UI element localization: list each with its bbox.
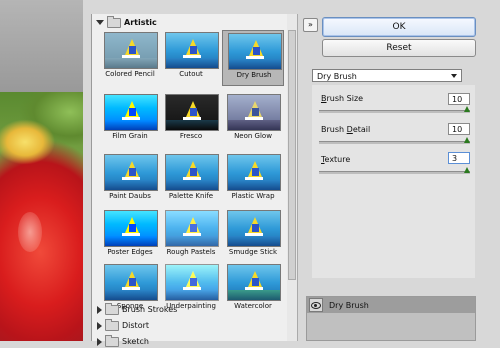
- reset-button[interactable]: Reset: [322, 39, 476, 57]
- category-label: Brush Strokes: [122, 305, 178, 314]
- filter-thumb[interactable]: Plastic Wrap: [222, 152, 284, 208]
- filter-thumb[interactable]: Poster Edges: [99, 208, 161, 264]
- thumb-label: Film Grain: [112, 132, 148, 140]
- scrollbar-thumb[interactable]: [288, 30, 296, 280]
- texture-slider[interactable]: [319, 167, 470, 174]
- preview-canvas[interactable]: [0, 0, 83, 341]
- texture-input[interactable]: 3: [448, 152, 470, 164]
- brush-size-slider[interactable]: [319, 106, 470, 113]
- thumb-image: [165, 94, 219, 131]
- slider-knob[interactable]: [464, 137, 470, 143]
- visibility-toggle[interactable]: [309, 298, 323, 312]
- expand-arrow-icon[interactable]: [97, 305, 102, 314]
- brush-detail-slider[interactable]: [319, 137, 470, 144]
- thumb-label: Rough Pastels: [166, 248, 216, 256]
- thumb-image: [165, 154, 219, 191]
- thumb-label: Dry Brush: [236, 71, 272, 79]
- eye-icon: [311, 301, 321, 309]
- texture-label: Texture: [321, 155, 351, 164]
- category-row[interactable]: Sketch: [92, 334, 288, 348]
- thumb-image: [104, 154, 158, 191]
- thumb-image: [104, 210, 158, 247]
- filter-thumb[interactable]: Dry Brush: [222, 30, 284, 86]
- brush-detail-label: Brush Detail: [321, 125, 371, 134]
- filter-thumb[interactable]: Palette Knife: [160, 152, 222, 208]
- thumb-image: [165, 264, 219, 301]
- filter-thumb[interactable]: Film Grain: [99, 92, 161, 148]
- filter-thumb[interactable]: Rough Pastels: [160, 208, 222, 264]
- expand-arrow-icon[interactable]: [97, 321, 102, 330]
- thumb-image: [165, 32, 219, 69]
- thumb-image: [227, 154, 281, 191]
- collapse-gallery-button[interactable]: »: [303, 18, 318, 32]
- thumb-image: [227, 210, 281, 247]
- filter-thumb[interactable]: Fresco: [160, 92, 222, 148]
- thumb-image: [227, 264, 281, 301]
- slider-knob[interactable]: [464, 167, 470, 173]
- thumb-image: [104, 32, 158, 69]
- thumb-image: [228, 33, 282, 70]
- thumb-image: [227, 94, 281, 131]
- effect-layers-panel: Dry Brush: [306, 296, 476, 341]
- effect-layer-row[interactable]: Dry Brush: [307, 297, 475, 313]
- thumb-label: Paint Daubs: [109, 192, 151, 200]
- filter-settings: Brush Size 10 Brush Detail 10 Texture 3: [312, 85, 475, 278]
- brush-detail-input[interactable]: 10: [448, 123, 470, 135]
- thumb-label: Smudge Stick: [228, 248, 278, 256]
- filter-thumb[interactable]: Smudge Stick: [222, 208, 284, 264]
- expand-arrow-icon[interactable]: [96, 20, 104, 25]
- folder-icon: [105, 334, 119, 347]
- filter-thumb[interactable]: Paint Daubs: [99, 152, 161, 208]
- gallery-scrollbar[interactable]: [287, 14, 298, 341]
- filter-thumb[interactable]: Cutout: [160, 30, 222, 86]
- thumb-label: Fresco: [179, 132, 203, 140]
- slider-knob[interactable]: [464, 106, 470, 112]
- thumb-label: Neon Glow: [234, 132, 272, 140]
- filter-thumb[interactable]: Colored Pencil: [99, 30, 161, 86]
- brush-size-input[interactable]: 10: [448, 93, 470, 105]
- ok-button[interactable]: OK: [322, 17, 476, 37]
- thumb-image: [104, 264, 158, 301]
- category-label: Sketch: [122, 337, 149, 346]
- thumb-image: [104, 94, 158, 131]
- effect-layer-name: Dry Brush: [329, 300, 369, 310]
- folder-icon: [105, 302, 119, 315]
- filter-select-value: Dry Brush: [317, 72, 357, 81]
- filter-gallery: Artistic Colored Pencil Cutout Dry Brush Fi…: [91, 14, 289, 347]
- filter-thumb[interactable]: Neon Glow: [222, 92, 284, 148]
- filter-select[interactable]: Dry Brush: [312, 69, 462, 82]
- thumb-label: Cutout: [179, 70, 203, 78]
- folder-icon: [105, 318, 119, 331]
- preview-background: [0, 0, 83, 92]
- category-label: Distort: [122, 321, 150, 330]
- expand-arrow-icon[interactable]: [97, 337, 102, 346]
- thumb-label: Poster Edges: [107, 248, 153, 256]
- preview-image: [0, 92, 83, 341]
- category-label: Artistic: [124, 18, 157, 27]
- thumb-label: Palette Knife: [168, 192, 214, 200]
- brush-size-label: Brush Size: [321, 94, 364, 103]
- chevron-down-icon: [451, 74, 457, 78]
- thumb-label: Colored Pencil: [105, 70, 155, 78]
- category-row[interactable]: Brush Strokes: [92, 302, 288, 316]
- category-artistic[interactable]: Artistic: [92, 15, 288, 29]
- thumb-label: Plastic Wrap: [231, 192, 275, 200]
- folder-icon: [107, 15, 121, 28]
- category-row[interactable]: Distort: [92, 318, 288, 332]
- thumb-image: [165, 210, 219, 247]
